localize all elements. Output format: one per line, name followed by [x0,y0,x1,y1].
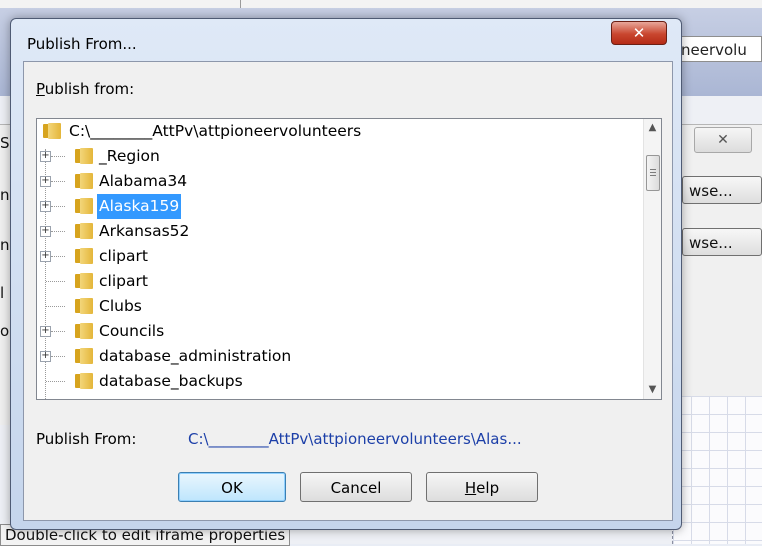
background-edge-text-5: o [0,322,10,340]
folder-icon [75,273,93,289]
background-edge-text-4: l [0,284,5,302]
tree-item-arkansas52[interactable]: + Arkansas52 [37,219,637,244]
tree-connector [51,356,65,357]
tree-item-label: clipart [99,247,148,265]
folder-icon [75,173,93,189]
tree-connector [51,181,65,182]
dialog-client-area: Publish from: C:\________AttPv\attpionee… [23,61,673,521]
close-icon: ✕ [632,24,646,42]
tree-item-label: Councils [99,322,165,340]
scroll-up-arrow-icon[interactable]: ▲ [644,119,661,136]
tree-root[interactable]: C:\________AttPv\attpioneervolunteers [37,119,637,144]
background-design-grid [672,396,762,544]
background-edge-text-2: n [0,186,10,204]
tree-item-database-backups[interactable]: database_backups [37,369,637,394]
folder-icon [75,248,93,264]
cancel-button[interactable]: Cancel [300,472,412,502]
scrollbar-thumb[interactable] [646,155,660,191]
expand-plus-icon[interactable]: + [40,201,51,212]
publish-from-dialog: Publish From... ✕ Publish from: C:\_____… [10,18,682,530]
tree-item-region[interactable]: + _Region [37,144,637,169]
tree-connector [51,156,65,157]
tree-vertical-scrollbar[interactable]: ▲ ▼ [643,119,661,399]
background-edge-text-1: S [0,134,10,152]
tree-item-database-administration[interactable]: + database_administration [37,344,637,369]
background-url-field[interactable]: neervolu [676,36,762,62]
tree-item-councils[interactable]: + Councils [37,319,637,344]
tree-item-clipart-2[interactable]: clipart [37,269,637,294]
folder-icon [75,348,93,364]
tree-item-label: database_administration [99,347,292,365]
dialog-close-button[interactable]: ✕ [611,21,667,45]
expand-plus-icon[interactable]: + [40,226,51,237]
folder-icon [75,198,93,214]
expand-plus-icon[interactable]: + [40,151,51,162]
help-label-text: elp [476,479,500,497]
help-button[interactable]: Help [426,472,538,502]
publish-from-path: C:\________AttPv\attpioneervolunteers\Al… [188,430,522,448]
grip-line [650,172,656,173]
folder-icon [75,148,93,164]
tree-item-label-selected: Alaska159 [97,194,182,219]
tree-connector [51,256,65,257]
publish-from-label-accesskey: P [36,80,45,98]
folder-icon [75,373,93,389]
dialog-title: Publish From... [27,35,137,53]
expand-plus-icon[interactable]: + [40,326,51,337]
background-browse-button-2[interactable]: wse... [682,228,762,256]
tree-item-label: Alabama34 [99,172,188,190]
publish-from-label-text: ublish from: [44,80,135,98]
grip-line [650,169,656,170]
tree-item-label: Arkansas52 [99,222,190,240]
grip-line [650,175,656,176]
scroll-down-arrow-icon[interactable]: ▼ [644,381,661,398]
tree-connector [51,231,65,232]
tree-connector [46,281,65,282]
ok-button[interactable]: OK [178,472,286,502]
background-edge-text-3: n [0,236,10,254]
folder-tree[interactable]: C:\________AttPv\attpioneervolunteers + … [36,118,662,400]
tree-connector [51,331,65,332]
background-browse-button-1[interactable]: wse... [682,176,762,204]
folder-icon [75,323,93,339]
folder-icon [43,123,61,139]
tree-item-label: clipart [99,272,148,290]
tree-item-label: _Region [99,147,160,165]
tree-connector [46,381,65,382]
tree-connector [51,206,65,207]
tree-root-label: C:\________AttPv\attpioneervolunteers [69,122,362,140]
tree-item-clubs[interactable]: Clubs [37,294,637,319]
background-close-button[interactable]: ✕ [694,127,752,153]
publish-from-label: Publish from: [36,80,134,98]
help-accesskey: H [464,479,477,497]
expand-plus-icon[interactable]: + [40,251,51,262]
folder-icon [75,223,93,239]
tree-item-alaska159[interactable]: + Alaska159 [37,194,637,219]
folder-icon [75,298,93,314]
tree-item-clipart[interactable]: + clipart [37,244,637,269]
expand-plus-icon[interactable]: + [40,351,51,362]
expand-plus-icon[interactable]: + [40,176,51,187]
tree-item-alabama34[interactable]: + Alabama34 [37,169,637,194]
tree-connector [46,306,65,307]
publish-from-caption: Publish From: [36,430,137,448]
tree-item-label: database_backups [99,372,243,390]
tree-item-label: Clubs [99,297,142,315]
